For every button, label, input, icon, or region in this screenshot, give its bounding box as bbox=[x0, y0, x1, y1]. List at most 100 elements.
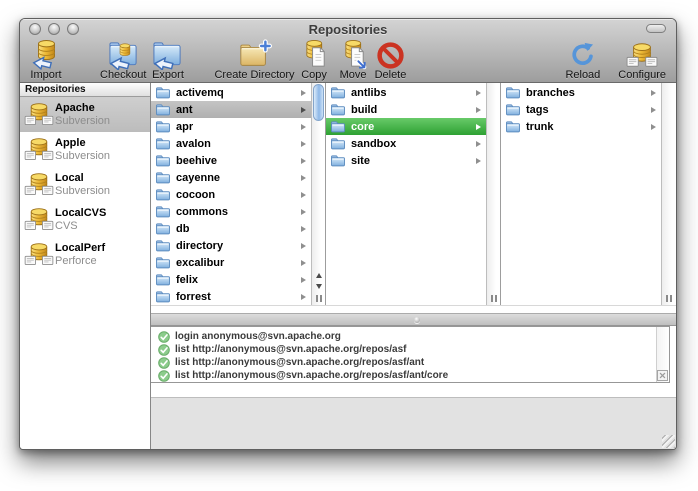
browser-row-cayenne[interactable]: cayenne bbox=[151, 169, 311, 186]
browser-row-branches[interactable]: branches bbox=[501, 84, 661, 101]
log-scrollbar[interactable] bbox=[656, 327, 669, 382]
scrollbar-thumb[interactable] bbox=[313, 84, 324, 121]
sidebar-item-localperf[interactable]: LocalPerfPerforce bbox=[20, 237, 150, 272]
folder-icon bbox=[155, 154, 172, 167]
chevron-right-icon bbox=[301, 192, 306, 198]
log-entry-text: list http://anonymous@svn.apache.org/rep… bbox=[175, 357, 424, 368]
browser-row-sandbox[interactable]: sandbox bbox=[326, 135, 486, 152]
toolbar-button-import[interactable]: Import bbox=[30, 39, 62, 81]
clear-log-button[interactable] bbox=[657, 370, 668, 381]
browser-row-excalibur[interactable]: excalibur bbox=[151, 254, 311, 271]
browser-row-core[interactable]: core bbox=[326, 118, 486, 135]
browser-row-ant[interactable]: ant bbox=[151, 101, 311, 118]
browser-row-site[interactable]: site bbox=[326, 152, 486, 169]
repository-icon bbox=[23, 172, 55, 198]
close-button[interactable] bbox=[29, 23, 41, 35]
resize-grip[interactable] bbox=[662, 435, 675, 448]
browser-row-tags[interactable]: tags bbox=[501, 101, 661, 118]
sidebar-item-local[interactable]: LocalSubversion bbox=[20, 167, 150, 202]
titlebar[interactable]: Repositories bbox=[20, 19, 676, 39]
folder-icon bbox=[155, 273, 172, 286]
toolbar-button-label: Configure bbox=[618, 70, 666, 81]
chevron-right-icon bbox=[301, 107, 306, 113]
browser-row-directory[interactable]: directory bbox=[151, 237, 311, 254]
browser-row-avalon[interactable]: avalon bbox=[151, 135, 311, 152]
toolbar-button-label: Export bbox=[152, 70, 184, 81]
repository-text: AppleSubversion bbox=[55, 137, 110, 163]
scroll-down-button[interactable] bbox=[312, 284, 325, 289]
column-resize-handle[interactable] bbox=[666, 295, 672, 302]
toolbar-button-label: Copy bbox=[301, 70, 327, 81]
chevron-right-icon bbox=[301, 124, 306, 130]
toolbar-button-configure[interactable]: Configure bbox=[618, 39, 666, 81]
chevron-right-icon bbox=[651, 124, 656, 130]
column-scrollbar[interactable] bbox=[486, 83, 501, 305]
folder-name: site bbox=[351, 155, 476, 167]
toolbar-button-delete[interactable]: Delete bbox=[375, 39, 407, 81]
folder-name: tags bbox=[526, 104, 651, 116]
folder-icon bbox=[155, 171, 172, 184]
browser-column-3: branches tags trunk bbox=[501, 83, 676, 305]
sidebar-item-apache[interactable]: ApacheSubversion bbox=[20, 97, 150, 132]
browser-row-activemq[interactable]: activemq bbox=[151, 84, 311, 101]
chevron-right-icon bbox=[301, 243, 306, 249]
toolbar-button-create-directory[interactable]: Create Directory bbox=[214, 39, 294, 81]
repository-text: LocalPerfPerforce bbox=[55, 242, 105, 268]
browser-row-db[interactable]: db bbox=[151, 220, 311, 237]
folder-icon bbox=[330, 120, 347, 133]
repository-text: LocalCVSCVS bbox=[55, 207, 106, 233]
folder-icon bbox=[155, 188, 172, 201]
log-pane: login anonymous@svn.apache.org list http… bbox=[151, 326, 676, 397]
browser-row-antlibs[interactable]: antlibs bbox=[326, 84, 486, 101]
browser-hscroll-band[interactable] bbox=[151, 305, 676, 314]
repository-type: Subversion bbox=[55, 115, 110, 128]
browser-column-list: activemq ant apr avalon beehive cayenne … bbox=[151, 83, 311, 305]
toolbar-button-move[interactable]: Move bbox=[338, 39, 369, 81]
browser-row-commons[interactable]: commons bbox=[151, 203, 311, 220]
repository-name: Apache bbox=[55, 102, 110, 115]
folder-name: excalibur bbox=[176, 257, 301, 269]
column-scrollbar[interactable] bbox=[661, 83, 676, 305]
reload-icon bbox=[569, 39, 596, 70]
repository-name: LocalPerf bbox=[55, 242, 105, 255]
chevron-right-icon bbox=[301, 294, 306, 300]
repository-icon bbox=[23, 137, 55, 163]
folder-icon bbox=[330, 154, 347, 167]
log-entries: login anonymous@svn.apache.org list http… bbox=[151, 327, 656, 382]
scroll-up-button[interactable] bbox=[312, 273, 325, 278]
minimize-button[interactable] bbox=[48, 23, 60, 35]
column-resize-handle[interactable] bbox=[491, 295, 497, 302]
sidebar-item-localcvs[interactable]: LocalCVSCVS bbox=[20, 202, 150, 237]
column-resize-handle[interactable] bbox=[316, 295, 322, 302]
toolbar-toggle-button[interactable] bbox=[646, 24, 666, 33]
zoom-button[interactable] bbox=[67, 23, 79, 35]
browser-row-felix[interactable]: felix bbox=[151, 271, 311, 288]
folder-name: avalon bbox=[176, 138, 301, 150]
browser-row-build[interactable]: build bbox=[326, 101, 486, 118]
pane-splitter[interactable] bbox=[151, 314, 676, 326]
sidebar-item-apple[interactable]: AppleSubversion bbox=[20, 132, 150, 167]
repository-name: Apple bbox=[55, 137, 110, 150]
toolbar-button-checkout[interactable]: Checkout bbox=[100, 39, 146, 81]
log-entry-text: list http://anonymous@svn.apache.org/rep… bbox=[175, 370, 448, 381]
browser-row-forrest[interactable]: forrest bbox=[151, 288, 311, 305]
folder-name: antlibs bbox=[351, 87, 476, 99]
folder-name: beehive bbox=[176, 155, 301, 167]
toolbar-button-reload[interactable]: Reload bbox=[565, 39, 600, 81]
delete-icon bbox=[376, 39, 405, 70]
log-entry: list http://anonymous@svn.apache.org/rep… bbox=[151, 343, 656, 356]
chevron-right-icon bbox=[301, 158, 306, 164]
browser-row-apr[interactable]: apr bbox=[151, 118, 311, 135]
browser-row-cocoon[interactable]: cocoon bbox=[151, 186, 311, 203]
folder-name: directory bbox=[176, 240, 301, 252]
toolbar-button-copy[interactable]: Copy bbox=[299, 39, 330, 81]
browser-row-trunk[interactable]: trunk bbox=[501, 118, 661, 135]
toolbar-button-export[interactable]: Export bbox=[151, 39, 184, 81]
traffic-lights bbox=[29, 23, 79, 35]
window-bottom-area bbox=[151, 397, 676, 449]
folder-icon bbox=[155, 239, 172, 252]
repository-icon bbox=[23, 102, 55, 128]
browser-row-beehive[interactable]: beehive bbox=[151, 152, 311, 169]
folder-name: forrest bbox=[176, 291, 301, 303]
column-scrollbar[interactable] bbox=[311, 83, 326, 305]
